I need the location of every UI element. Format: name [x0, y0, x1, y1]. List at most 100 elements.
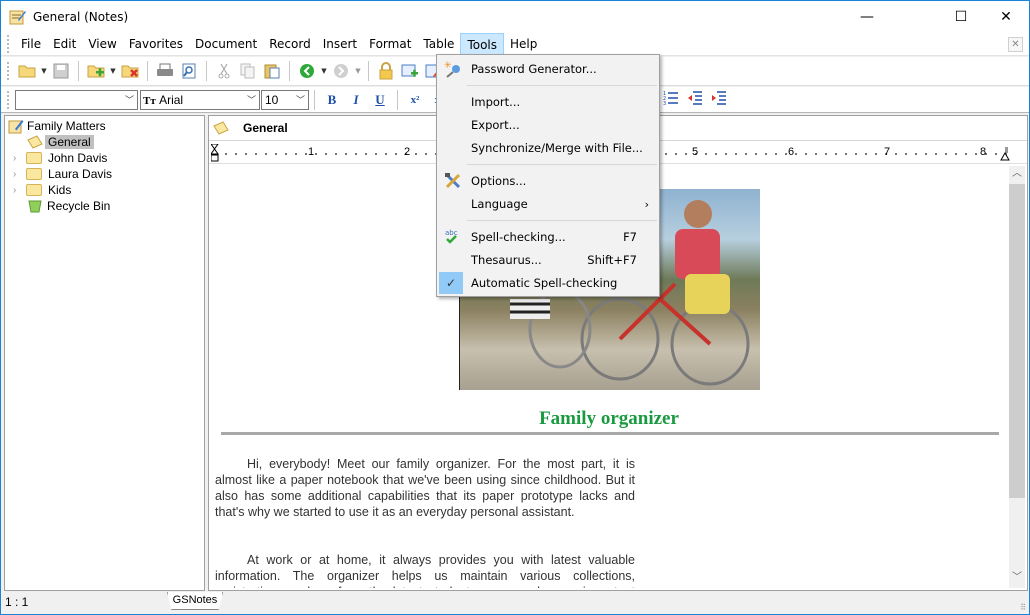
close-button[interactable]: ✕: [983, 1, 1029, 32]
chevron-down-icon: ﹀: [246, 94, 256, 105]
indent-marker-icon[interactable]: [211, 144, 219, 164]
ruler-number: 7: [884, 146, 891, 158]
menu-separator: [467, 220, 657, 221]
tree-root-label: Family Matters: [27, 119, 106, 133]
document-heading: Family organizer: [539, 408, 679, 429]
menu-item-synchronize[interactable]: Synchronize/Merge with File...: [439, 137, 657, 159]
menu-table[interactable]: Table: [417, 33, 460, 55]
svg-text:✳: ✳: [444, 61, 452, 71]
open-icon: [18, 65, 36, 78]
menu-help[interactable]: Help: [504, 33, 543, 55]
maximize-button[interactable]: ☐: [938, 1, 984, 32]
tree-item-recycle-bin[interactable]: Recycle Bin: [28, 198, 113, 214]
print-button[interactable]: [154, 60, 176, 82]
ruler-number: 8: [980, 146, 987, 158]
copy-button[interactable]: [237, 60, 259, 82]
menu-file[interactable]: File: [15, 33, 47, 55]
italic-button[interactable]: I: [344, 90, 368, 110]
style-combo[interactable]: ﹀: [15, 89, 138, 110]
lock-button[interactable]: [375, 60, 397, 82]
menu-item-label: Export...: [471, 118, 520, 132]
back-dropdown[interactable]: ▼: [319, 67, 329, 75]
new-record-dropdown[interactable]: ▼: [108, 67, 118, 75]
tree-item-label: General: [45, 135, 94, 149]
scroll-up-icon[interactable]: ︿: [1009, 166, 1025, 182]
save-button[interactable]: [50, 60, 72, 82]
menu-item-password-generator[interactable]: ✳ Password Generator...: [439, 58, 657, 80]
mdi-close-button[interactable]: ✕: [1008, 37, 1023, 52]
new-record-icon: [87, 65, 105, 78]
vertical-scrollbar[interactable]: ︿ ﹀: [1009, 166, 1025, 588]
open-dropdown[interactable]: ▼: [39, 67, 49, 75]
menu-item-language[interactable]: Language ›: [439, 193, 657, 215]
menu-insert[interactable]: Insert: [317, 33, 363, 55]
forward-icon: [334, 64, 348, 78]
print-preview-button[interactable]: [178, 60, 200, 82]
svg-text:3: 3: [663, 101, 666, 106]
resize-grip-icon[interactable]: ⠿: [1020, 603, 1026, 612]
tree-item-laura-davis[interactable]: › Laura Davis: [13, 166, 115, 182]
document-paragraph: Hi, everybody! Meet our family organizer…: [215, 457, 635, 519]
numbered-list-icon[interactable]: 123: [663, 90, 679, 106]
new-record-button[interactable]: [85, 60, 107, 82]
font-value: Arial: [159, 92, 184, 107]
menu-bar: File Edit View Favorites Document Record…: [1, 32, 1029, 56]
toolbar-separator: [368, 61, 369, 81]
expand-chevron-icon[interactable]: ›: [13, 153, 23, 164]
bold-button[interactable]: B: [320, 90, 344, 110]
ruler-number: 2: [404, 146, 411, 158]
expand-chevron-icon[interactable]: ›: [13, 185, 23, 196]
toolbar-separator: [289, 61, 290, 81]
menu-edit[interactable]: Edit: [47, 33, 82, 55]
forward-button[interactable]: [330, 60, 352, 82]
increase-indent-icon[interactable]: [711, 90, 727, 106]
right-margin-marker-icon[interactable]: [1000, 147, 1010, 161]
font-type-icon: Tт: [143, 94, 156, 107]
menu-item-label: Thesaurus...: [471, 253, 542, 267]
scroll-down-icon[interactable]: ﹀: [1009, 570, 1025, 586]
tree-item-label: Kids: [48, 183, 72, 197]
expand-chevron-icon[interactable]: ›: [13, 169, 23, 180]
menu-favorites[interactable]: Favorites: [123, 33, 189, 55]
open-button[interactable]: [16, 60, 38, 82]
menu-item-automatic-spell-checking[interactable]: ✓ Automatic Spell-checking: [439, 272, 657, 294]
menu-document[interactable]: Document: [189, 33, 263, 55]
decrease-indent-icon[interactable]: [687, 90, 703, 106]
tab-gsnotes[interactable]: GSNotes: [167, 592, 223, 610]
menubar-grip[interactable]: [7, 34, 10, 53]
menu-item-spell-checking[interactable]: abc Spell-checking... F7: [439, 226, 657, 248]
cut-button[interactable]: [213, 60, 235, 82]
tree-item-kids[interactable]: › Kids: [13, 182, 74, 198]
superscript-button[interactable]: x²: [403, 90, 427, 110]
document-title: General: [243, 121, 288, 135]
menu-separator: [467, 85, 657, 86]
delete-record-button[interactable]: [119, 60, 141, 82]
ruler-number: 5: [692, 146, 699, 158]
menu-format[interactable]: Format: [363, 33, 417, 55]
tree-root[interactable]: Family Matters: [8, 118, 106, 134]
menu-view[interactable]: View: [82, 33, 122, 55]
menu-tools[interactable]: Tools: [460, 32, 504, 55]
scrollbar-thumb[interactable]: [1009, 184, 1025, 498]
menu-item-options[interactable]: Options...: [439, 170, 657, 192]
paragraph-clip: At work or at home, it always provides y…: [209, 552, 1009, 588]
tree-item-general[interactable]: General: [27, 134, 94, 150]
paste-button[interactable]: [261, 60, 283, 82]
forward-dropdown[interactable]: ▼: [353, 67, 363, 75]
window-title: General (Notes): [33, 9, 129, 24]
font-size-combo[interactable]: 10 ﹀: [261, 89, 309, 110]
menu-item-export[interactable]: Export...: [439, 114, 657, 136]
menu-record[interactable]: Record: [263, 33, 316, 55]
menu-item-import[interactable]: Import...: [439, 91, 657, 113]
back-button[interactable]: [296, 60, 318, 82]
minimize-button[interactable]: —: [844, 1, 890, 32]
add-note-button[interactable]: [399, 60, 421, 82]
tree-item-john-davis[interactable]: › John Davis: [13, 150, 110, 166]
menu-item-thesaurus[interactable]: Thesaurus... Shift+F7: [439, 249, 657, 271]
underline-button[interactable]: U: [368, 90, 392, 110]
toolbar-grip[interactable]: [7, 90, 10, 109]
toolbar-separator: [206, 61, 207, 81]
toolbar-grip[interactable]: [7, 62, 10, 80]
paste-icon: [264, 64, 280, 79]
font-combo[interactable]: Tт Arial ﹀: [140, 89, 260, 110]
